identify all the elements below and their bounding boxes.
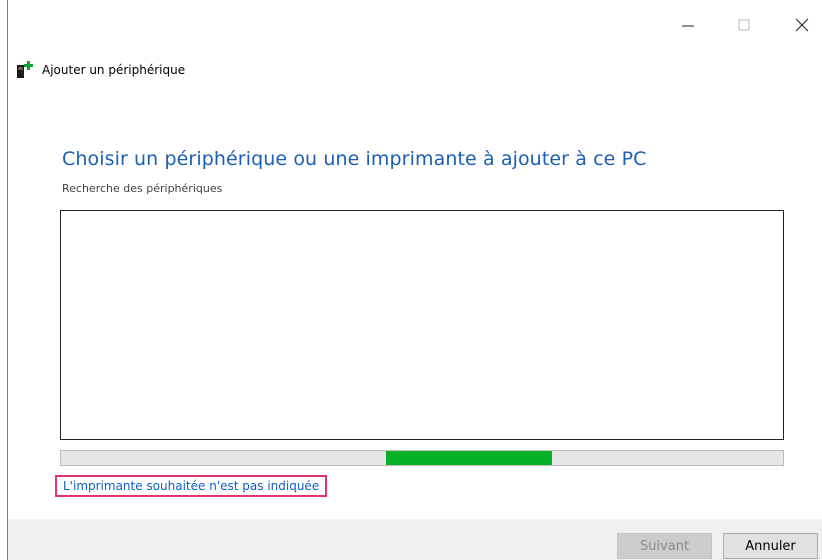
search-status: Recherche des périphériques (62, 182, 223, 195)
next-button[interactable]: Suivant (617, 533, 712, 559)
maximize-button[interactable] (729, 12, 759, 38)
maximize-icon (738, 19, 750, 31)
minimize-icon (682, 25, 694, 27)
device-list[interactable] (60, 210, 784, 440)
add-device-window: Ajouter un périphérique Choisir un périp… (0, 0, 822, 560)
window-left-border (7, 0, 8, 560)
printer-not-listed-link[interactable]: L'imprimante souhaitée n'est pas indiqué… (63, 479, 319, 493)
cancel-button[interactable]: Annuler (723, 533, 818, 559)
printer-not-listed-link-box: L'imprimante souhaitée n'est pas indiqué… (55, 475, 328, 497)
close-button[interactable] (787, 12, 817, 38)
dialog-header: Ajouter un périphérique (16, 58, 185, 82)
search-progress-fill (386, 451, 552, 465)
search-progress-bar (60, 450, 784, 466)
minimize-button[interactable] (673, 12, 703, 38)
dialog-title: Ajouter un périphérique (42, 63, 186, 77)
close-icon (795, 18, 809, 32)
add-device-icon (17, 61, 33, 78)
page-heading: Choisir un périphérique ou une imprimant… (62, 148, 647, 170)
